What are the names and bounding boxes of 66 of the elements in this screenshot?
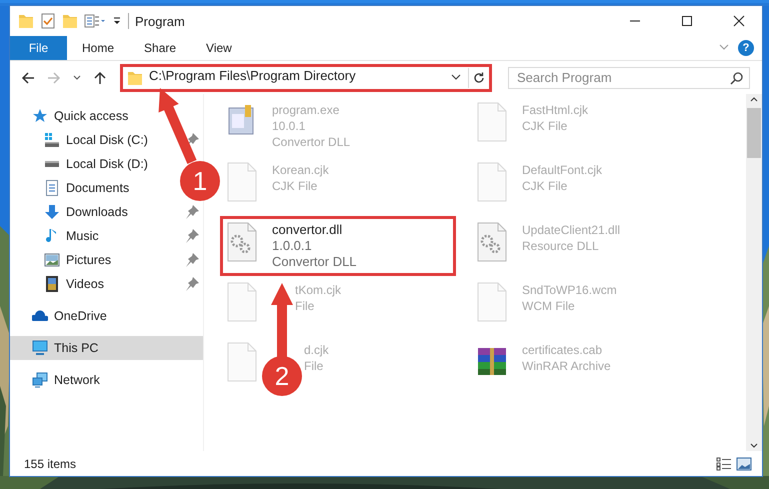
- document-icon: [44, 180, 60, 196]
- caret-icon[interactable]: [112, 16, 122, 26]
- item-count: 155 items: [24, 456, 76, 470]
- help-button[interactable]: ?: [738, 40, 754, 56]
- address-bar[interactable]: C:\Program Files\Program Directory: [120, 64, 492, 92]
- sidebar-item[interactable]: OneDrive: [10, 304, 203, 328]
- chevron-down-icon[interactable]: [72, 74, 82, 80]
- gear-file-icon: [226, 222, 258, 262]
- file-detail: 10.0.1: [272, 118, 306, 134]
- window-title: Program: [135, 14, 185, 28]
- cloud-icon: [32, 308, 48, 324]
- landscape-icon: [44, 252, 60, 268]
- file-detail: File: [294, 298, 314, 314]
- down-arrow-icon: [44, 204, 60, 220]
- large-icons-view-icon[interactable]: [736, 456, 752, 470]
- gear-file-icon: [476, 222, 508, 262]
- ribbon-tab[interactable]: Share: [129, 36, 192, 60]
- ribbon-tab[interactable]: File: [10, 36, 67, 60]
- sidebar-item[interactable]: Local Disk (D:): [44, 154, 148, 174]
- file-detail: File: [303, 358, 324, 374]
- file-detail: 1.0.0.1: [272, 238, 312, 254]
- file-name[interactable]: convertor.dll: [272, 222, 342, 238]
- properties-icon[interactable]: [84, 13, 106, 29]
- sidebar-item[interactable]: Local Disk (C:): [44, 130, 148, 150]
- refresh-icon[interactable]: [472, 70, 486, 84]
- file-detail: Resource DLL: [522, 238, 599, 254]
- ribbon-tab[interactable]: View: [191, 36, 247, 60]
- file-detail: CJK File: [522, 118, 568, 134]
- sidebar-item[interactable]: Music: [44, 226, 99, 246]
- film-icon: [44, 276, 60, 292]
- file-detail: WinRAR Archive: [522, 358, 611, 374]
- search-icon[interactable]: [730, 70, 744, 84]
- file-item[interactable]: convertor.dll 1.0.0.1 Convertor DLL: [220, 216, 456, 276]
- file-detail: Convertor DLL: [272, 254, 357, 270]
- checklist-icon[interactable]: [40, 13, 56, 29]
- maximize-icon: [681, 15, 693, 27]
- sidebar-item[interactable]: Downloads: [44, 202, 128, 222]
- chevron-down-icon[interactable]: [450, 74, 462, 82]
- file-icon: [476, 162, 508, 202]
- file-icon: [476, 102, 508, 142]
- details-view-icon[interactable]: [716, 456, 732, 470]
- sidebar-item[interactable]: Quick access: [10, 104, 203, 128]
- file-detail: Convertor DLL: [272, 134, 350, 150]
- search-field[interactable]: Search Program: [508, 66, 750, 88]
- folder-icon: [127, 70, 143, 86]
- drive-icon: [44, 132, 60, 148]
- sidebar-item[interactable]: Videos: [44, 274, 104, 294]
- star-icon: [32, 108, 48, 124]
- back-arrow-icon[interactable]: [20, 70, 36, 86]
- ribbon-tab[interactable]: Home: [67, 36, 130, 60]
- scrollbar-thumb[interactable]: [747, 108, 761, 158]
- file-icon: [226, 282, 258, 322]
- sidebar-item[interactable]: This PC: [10, 336, 203, 360]
- monitor-icon: [32, 340, 48, 356]
- file-detail: CJK File: [272, 178, 318, 194]
- network-icon: [32, 372, 48, 388]
- sidebar-item[interactable]: Pictures: [44, 250, 112, 270]
- file-detail: WCM File: [522, 298, 575, 314]
- file-icon: [226, 342, 258, 382]
- sidebar-item[interactable]: Network: [10, 368, 203, 392]
- close-icon: [733, 15, 745, 27]
- sidebar-item[interactable]: Documents: [44, 178, 130, 198]
- file-detail: CJK File: [522, 178, 568, 194]
- file-icon: [226, 162, 258, 202]
- file-icon: [476, 282, 508, 322]
- up-arrow-icon[interactable]: [92, 70, 108, 86]
